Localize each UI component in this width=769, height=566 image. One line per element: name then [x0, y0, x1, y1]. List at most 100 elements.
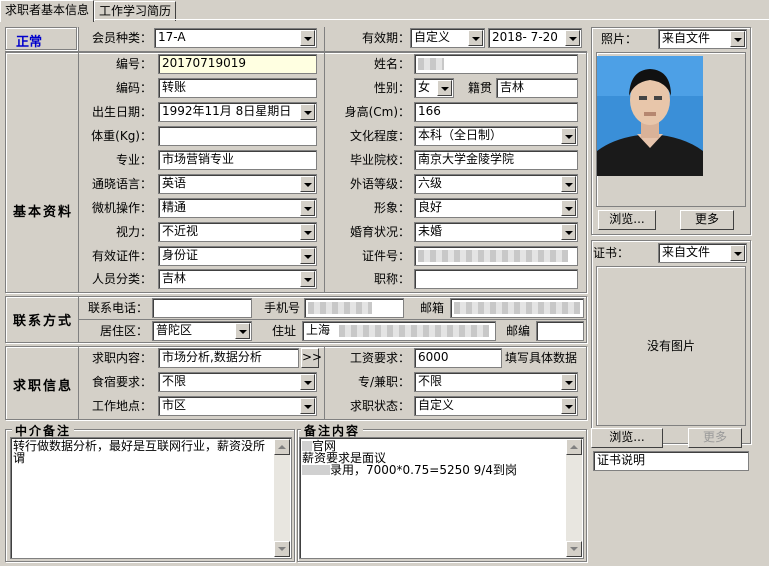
certificate-browse-button[interactable]: 浏览... — [591, 428, 663, 448]
certificate-description-input[interactable]: 证书说明 — [593, 451, 749, 471]
gender-select[interactable]: 女 — [414, 78, 454, 98]
work-location-select[interactable]: 市区 — [158, 396, 317, 416]
name-input[interactable] — [414, 54, 578, 74]
computer-skill-select[interactable]: 精通 — [158, 198, 317, 218]
divider — [78, 346, 79, 420]
chevron-down-icon[interactable] — [235, 323, 250, 339]
vision-select[interactable]: 不近视 — [158, 222, 317, 242]
code-label: 编码： — [115, 81, 152, 95]
validity-mode-select[interactable]: 自定义 — [410, 28, 485, 48]
scroll-down-icon[interactable] — [566, 541, 582, 557]
chevron-down-icon[interactable] — [300, 248, 315, 264]
chevron-down-icon[interactable] — [561, 128, 576, 144]
scroll-up-icon[interactable] — [566, 439, 582, 455]
weight-input[interactable] — [158, 126, 317, 146]
validity-date-select[interactable]: 2018- 7-20 — [488, 28, 582, 48]
scroll-up-icon[interactable] — [274, 439, 290, 455]
scroll-down-icon[interactable] — [274, 541, 290, 557]
chevron-down-icon[interactable] — [300, 398, 315, 414]
tab-work-study-resume[interactable]: 工作学习简历 — [94, 1, 177, 21]
chevron-down-icon[interactable] — [300, 30, 315, 46]
id-no-input[interactable]: 20170719019 — [158, 54, 317, 74]
mobile-label: 手机号 — [263, 301, 300, 315]
chevron-down-icon[interactable] — [300, 200, 315, 216]
height-input[interactable]: 166 — [414, 102, 578, 122]
origin-label: 籍贯 — [467, 81, 492, 95]
id-number-input[interactable] — [414, 246, 578, 266]
chevron-down-icon[interactable] — [561, 374, 576, 390]
code-input[interactable]: 转账 — [158, 78, 317, 98]
id-type-label: 有效证件： — [91, 249, 152, 263]
chevron-down-icon[interactable] — [300, 104, 315, 120]
id-type-select[interactable]: 身份证 — [158, 246, 317, 266]
job-content-input[interactable]: 市场分析,数据分析 — [158, 348, 299, 368]
divider — [78, 319, 587, 320]
photo-browse-button[interactable]: 浏览... — [598, 210, 656, 230]
mobile-input[interactable] — [304, 298, 404, 318]
job-status-select[interactable]: 自定义 — [414, 396, 578, 416]
accommodation-select[interactable]: 不限 — [158, 372, 317, 392]
chevron-down-icon[interactable] — [561, 200, 576, 216]
phone-input[interactable] — [152, 298, 252, 318]
scrollbar[interactable] — [566, 439, 582, 557]
appearance-label: 形象： — [373, 201, 410, 215]
title-input[interactable] — [414, 269, 578, 289]
note-line: 转行做数据分析，最好是互联网行业，薪资没所 — [13, 439, 266, 453]
status-box: 正常 — [5, 27, 77, 50]
major-input[interactable]: 市场营销专业 — [158, 150, 317, 170]
chevron-down-icon[interactable] — [300, 176, 315, 192]
chevron-down-icon[interactable] — [561, 176, 576, 192]
member-type-select[interactable]: 17-A — [154, 28, 317, 48]
section-contact-title: 联系方式 — [13, 314, 74, 329]
chevron-down-icon[interactable] — [730, 245, 745, 261]
tab-divider — [0, 19, 769, 20]
chevron-down-icon[interactable] — [300, 224, 315, 240]
chevron-down-icon[interactable] — [300, 374, 315, 390]
chevron-down-icon[interactable] — [437, 80, 452, 96]
education-select[interactable]: 本科（全日制） — [414, 126, 578, 146]
job-content-more-button[interactable]: >> — [301, 348, 322, 368]
agent-notes-textarea[interactable]: 转行做数据分析，最好是互联网行业，薪资没所 谓 — [10, 437, 292, 559]
chevron-down-icon[interactable] — [468, 30, 483, 46]
origin-input[interactable]: 吉林 — [496, 78, 578, 98]
phone-label: 联系电话： — [87, 301, 148, 315]
category-select[interactable]: 吉林 — [158, 269, 317, 289]
id-no-label: 编号： — [115, 57, 152, 71]
chevron-down-icon[interactable] — [561, 224, 576, 240]
postcode-input[interactable] — [536, 321, 584, 341]
chevron-down-icon[interactable] — [300, 271, 315, 287]
person-photo — [597, 56, 703, 176]
redacted-text — [308, 302, 372, 314]
notes-textarea[interactable]: 官网 薪资要求是面议 录用，7000*0.75=5250 9/4到岗 — [299, 437, 584, 559]
work-type-select[interactable]: 不限 — [414, 372, 578, 392]
weight-label: 体重(Kg)： — [91, 129, 152, 143]
certificate-more-button[interactable]: 更多 — [688, 428, 742, 448]
computer-skill-label: 微机操作： — [91, 201, 152, 215]
chevron-down-icon[interactable] — [561, 398, 576, 414]
salary-input[interactable]: 6000 — [414, 348, 502, 368]
language-select[interactable]: 英语 — [158, 174, 317, 194]
section-job-title: 求职信息 — [13, 379, 74, 394]
email-input[interactable] — [450, 298, 584, 318]
appearance-select[interactable]: 良好 — [414, 198, 578, 218]
title-label: 职称： — [373, 272, 410, 286]
district-select[interactable]: 普陀区 — [152, 321, 252, 341]
school-input[interactable]: 南京大学金陵学院 — [414, 150, 578, 170]
scrollbar[interactable] — [274, 439, 290, 557]
tab-bar: 求职者基本信息 工作学习简历 — [0, 0, 769, 22]
major-label: 专业： — [115, 153, 152, 167]
birth-date-picker[interactable]: 1992年11月 8日星期日 — [158, 102, 317, 122]
certificate-source-select[interactable]: 来自文件 — [658, 243, 747, 263]
chevron-down-icon[interactable] — [565, 30, 580, 46]
tab-basic-info[interactable]: 求职者基本信息 — [0, 0, 95, 22]
validity-label: 有效期： — [361, 31, 410, 45]
redacted-text — [418, 58, 444, 70]
redacted-text — [418, 250, 568, 262]
chevron-down-icon[interactable] — [730, 31, 745, 47]
photo-source-select[interactable]: 来自文件 — [658, 29, 747, 49]
marital-select[interactable]: 未婚 — [414, 222, 578, 242]
address-input[interactable]: 上海 — [302, 321, 496, 341]
foreign-level-select[interactable]: 六级 — [414, 174, 578, 194]
address-label: 住址 — [271, 324, 296, 338]
photo-more-button[interactable]: 更多 — [680, 210, 734, 230]
